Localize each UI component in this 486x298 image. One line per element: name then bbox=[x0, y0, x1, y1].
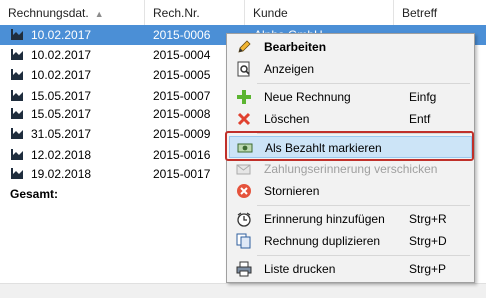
invoice-icon bbox=[11, 128, 23, 139]
menu-separator bbox=[257, 205, 470, 206]
menu-item-label: Rechnung duplizieren bbox=[264, 234, 381, 248]
menu-item-send-reminder[interactable]: Zahlungserinnerung verschicken bbox=[229, 158, 472, 180]
printer-icon bbox=[236, 261, 252, 277]
row-date: 19.02.2018 bbox=[31, 167, 92, 181]
alarm-clock-icon bbox=[237, 212, 251, 227]
column-header-customer-label: Kunde bbox=[253, 6, 288, 20]
menu-item-edit[interactable]: Bearbeiten bbox=[229, 36, 472, 58]
invoice-icon bbox=[11, 149, 23, 160]
menu-item-cancel-invoice[interactable]: Stornieren bbox=[229, 180, 472, 202]
duplicate-icon bbox=[236, 233, 251, 249]
menu-item-label: Neue Rechnung bbox=[264, 90, 351, 104]
menu-item-duplicate[interactable]: Rechnung duplizieren Strg+D bbox=[229, 230, 472, 252]
total-label: Gesamt: bbox=[10, 187, 59, 201]
row-date: 10.02.2017 bbox=[31, 28, 92, 42]
column-header-subject[interactable]: Betreff bbox=[394, 0, 486, 26]
row-date: 10.02.2017 bbox=[31, 68, 92, 82]
menu-item-label: Zahlungserinnerung verschicken bbox=[264, 162, 438, 176]
invoice-icon bbox=[11, 108, 23, 119]
menu-item-label: Löschen bbox=[264, 112, 310, 126]
sort-ascending-icon: ▲ bbox=[94, 9, 104, 19]
cancel-icon bbox=[237, 184, 251, 198]
invoice-icon bbox=[11, 49, 23, 60]
row-number: 2015-0007 bbox=[153, 89, 211, 103]
plus-icon bbox=[237, 90, 251, 104]
menu-item-shortcut: Einfg bbox=[409, 90, 437, 104]
invoice-icon bbox=[11, 29, 23, 40]
row-number: 2015-0006 bbox=[153, 28, 211, 42]
row-number: 2015-0017 bbox=[153, 167, 211, 181]
row-number: 2015-0009 bbox=[153, 127, 211, 141]
menu-item-label: Bearbeiten bbox=[264, 40, 327, 54]
row-date: 31.05.2017 bbox=[31, 127, 92, 141]
row-date: 12.02.2018 bbox=[31, 148, 92, 162]
menu-item-print-list[interactable]: Liste drucken Strg+P bbox=[229, 258, 472, 280]
column-header-subject-label: Betreff bbox=[402, 6, 438, 20]
menu-item-new-invoice[interactable]: Neue Rechnung Einfg bbox=[229, 86, 472, 108]
row-date: 15.05.2017 bbox=[31, 89, 92, 103]
menu-separator bbox=[257, 255, 470, 256]
menu-item-shortcut: Strg+D bbox=[409, 234, 447, 248]
column-header-date[interactable]: Rechnungsdat. ▲ bbox=[0, 0, 145, 26]
invoice-icon bbox=[11, 168, 23, 179]
menu-item-label: Liste drucken bbox=[264, 262, 336, 276]
column-header-number[interactable]: Rech.Nr. bbox=[145, 0, 245, 26]
row-date: 15.05.2017 bbox=[31, 107, 92, 121]
menu-item-shortcut: Entf bbox=[409, 112, 431, 126]
invoice-icon bbox=[11, 90, 23, 101]
row-number: 2015-0005 bbox=[153, 68, 211, 82]
row-date: 10.02.2017 bbox=[31, 48, 92, 62]
menu-item-label: Erinnerung hinzufügen bbox=[264, 212, 385, 226]
horizontal-scrollbar[interactable] bbox=[0, 283, 486, 298]
column-header-customer[interactable]: Kunde bbox=[245, 0, 394, 26]
highlight-frame bbox=[225, 131, 474, 161]
invoice-icon bbox=[11, 69, 23, 80]
column-header-number-label: Rech.Nr. bbox=[153, 6, 200, 20]
menu-separator bbox=[257, 83, 470, 84]
menu-item-shortcut: Strg+P bbox=[409, 262, 447, 276]
menu-item-label: Stornieren bbox=[264, 184, 320, 198]
table-header: Rechnungsdat. ▲ Rech.Nr. Kunde Betreff bbox=[0, 0, 486, 26]
delete-icon bbox=[237, 112, 251, 126]
row-number: 2015-0004 bbox=[153, 48, 211, 62]
menu-item-add-reminder[interactable]: Erinnerung hinzufügen Strg+R bbox=[229, 208, 472, 230]
row-number: 2015-0008 bbox=[153, 107, 211, 121]
row-number: 2015-0016 bbox=[153, 148, 211, 162]
pencil-icon bbox=[238, 40, 251, 53]
column-header-date-label: Rechnungsdat. bbox=[8, 6, 89, 20]
menu-item-label: Anzeigen bbox=[264, 62, 315, 76]
menu-item-view[interactable]: Anzeigen bbox=[229, 58, 472, 80]
menu-item-shortcut: Strg+R bbox=[409, 212, 447, 226]
menu-item-delete[interactable]: Löschen Entf bbox=[229, 108, 472, 130]
reminder-letter-icon bbox=[236, 164, 251, 175]
view-icon bbox=[237, 61, 250, 77]
